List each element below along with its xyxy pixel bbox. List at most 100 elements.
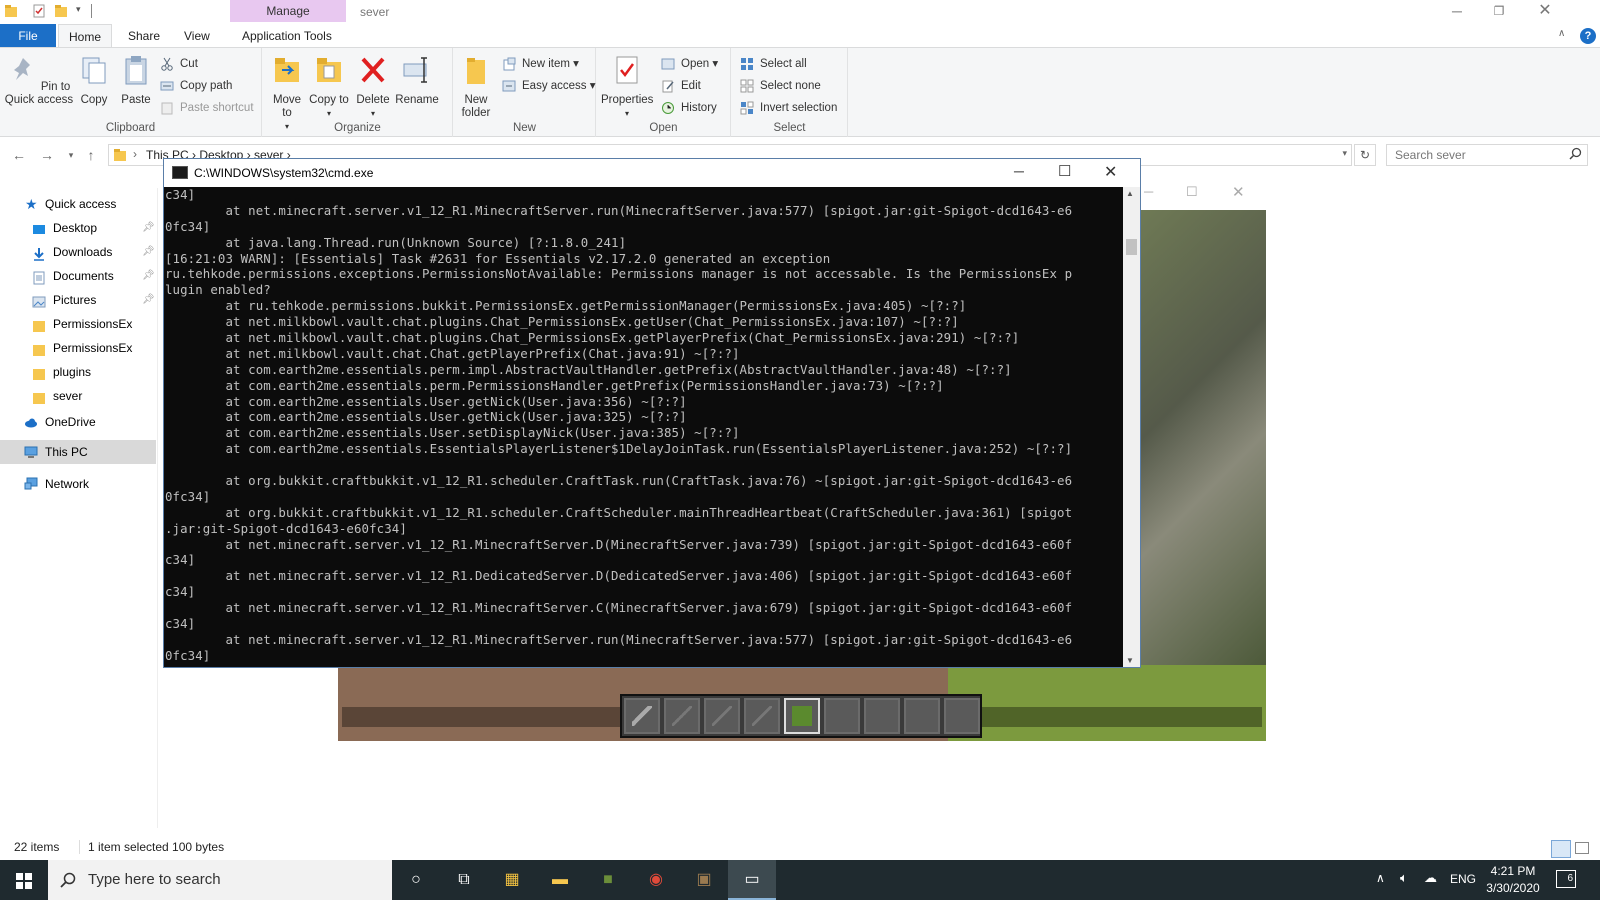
close-button[interactable]: ✕ <box>1104 162 1117 182</box>
minimize-button[interactable]: ─ <box>1434 0 1480 22</box>
pin-to-quick-access-button[interactable]: Pin to Quick access <box>4 54 74 107</box>
sword-icon <box>632 706 652 726</box>
manage-contextual-tab[interactable]: Manage <box>230 0 346 22</box>
select-all-button[interactable]: Select all <box>740 54 807 74</box>
clock[interactable]: 4:21 PM 3/30/2020 <box>1478 863 1548 897</box>
minimize-button[interactable]: ─ <box>1014 163 1024 179</box>
hotbar-slot[interactable] <box>704 698 740 734</box>
help-icon[interactable]: ? <box>1580 28 1596 44</box>
tab-file[interactable]: File <box>0 24 56 48</box>
pin-icon <box>13 58 30 80</box>
history-button[interactable]: History <box>661 98 717 118</box>
volume-icon[interactable]: 🔈︎ <box>1400 870 1408 886</box>
scroll-down-icon[interactable]: ▼ <box>1126 656 1134 665</box>
pickaxe-icon <box>712 706 732 726</box>
paste-button[interactable]: Paste <box>116 54 156 107</box>
collapse-ribbon-icon[interactable]: ∧ <box>1558 28 1565 39</box>
input-language[interactable]: ENG <box>1450 872 1476 886</box>
store-icon[interactable]: ▦ <box>488 860 536 900</box>
hotbar-slot[interactable] <box>904 698 940 734</box>
copy-label: Copy <box>80 94 108 106</box>
scroll-up-icon[interactable]: ▲ <box>1126 189 1134 198</box>
rename-button[interactable]: Rename <box>395 54 439 107</box>
task-view-icon[interactable]: ⧉ <box>440 860 488 900</box>
delete-button[interactable]: Delete ▾ <box>353 54 393 120</box>
details-view-icon[interactable] <box>1551 840 1571 858</box>
copy-path-button[interactable]: Copy path <box>160 76 232 96</box>
restore-button[interactable]: ❐ <box>1476 0 1522 22</box>
minecraft-terrain <box>1138 210 1266 665</box>
up-arrow-icon[interactable]: ↑ <box>82 146 100 164</box>
chrome-icon[interactable]: ◉ <box>632 860 680 900</box>
close-button[interactable]: ✕ <box>1522 0 1568 22</box>
nav-item[interactable]: PermissionsEx <box>0 312 156 336</box>
search-input[interactable]: Search sever <box>1386 144 1588 166</box>
copy-button[interactable]: Copy <box>76 54 112 107</box>
easy-access-button[interactable]: Easy access ▾ <box>502 76 596 96</box>
refresh-icon[interactable]: ↻ <box>1354 144 1376 166</box>
minimize-button[interactable]: ─ <box>1144 184 1153 199</box>
file-explorer-icon[interactable]: ▬ <box>536 860 584 900</box>
windows-start-icon[interactable] <box>0 860 48 900</box>
hotbar-slot[interactable] <box>624 698 660 734</box>
easy-access-label: Easy access <box>522 80 587 92</box>
new-folder-icon[interactable] <box>54 4 68 18</box>
tab-share[interactable]: Share <box>118 24 170 48</box>
recent-locations-icon[interactable]: ▾ <box>62 146 80 164</box>
close-button[interactable]: ✕ <box>1232 183 1245 201</box>
new-item-button[interactable]: New item ▾ <box>502 54 579 74</box>
scrollbar-thumb[interactable] <box>1126 239 1137 255</box>
hotbar-slot[interactable] <box>744 698 780 734</box>
forward-arrow-icon[interactable]: → <box>38 146 56 164</box>
large-icons-view-icon[interactable] <box>1575 842 1589 854</box>
edit-button[interactable]: Edit <box>661 76 701 96</box>
console-output[interactable]: c34] at net.minecraft.server.v1_12_R1.Mi… <box>164 187 1124 667</box>
nav-this-pc[interactable]: This PC <box>0 440 156 464</box>
nav-item[interactable]: PermissionsEx <box>0 336 156 360</box>
nav-item[interactable]: Desktop 📌︎ <box>0 216 156 240</box>
paste-shortcut-button[interactable]: Paste shortcut <box>160 98 254 118</box>
cmd-taskbar-icon[interactable]: ▭ <box>728 860 776 900</box>
nav-quick-access[interactable]: ★ Quick access <box>0 192 156 216</box>
nav-item[interactable]: Documents 📌︎ <box>0 264 156 288</box>
properties-button[interactable]: Properties ▾ <box>601 54 653 120</box>
copy-to-button[interactable]: Copy to ▾ <box>309 54 349 120</box>
action-center-icon[interactable]: 6 <box>1556 870 1576 888</box>
nav-item[interactable]: Downloads 📌︎ <box>0 240 156 264</box>
hotbar-slot[interactable] <box>944 698 980 734</box>
nav-item[interactable]: Pictures 📌︎ <box>0 288 156 312</box>
back-arrow-icon[interactable]: ← <box>10 146 28 164</box>
console-scrollbar[interactable]: ▲ ▼ <box>1123 187 1140 667</box>
search-icon[interactable] <box>1569 147 1582 160</box>
minecraft-launcher-icon[interactable]: ■ <box>584 860 632 900</box>
maximize-button[interactable]: ☐ <box>1058 162 1071 180</box>
hotbar-slot[interactable] <box>864 698 900 734</box>
nav-network[interactable]: Network <box>0 472 156 496</box>
maximize-button[interactable]: ☐ <box>1186 184 1198 200</box>
nav-item[interactable]: plugins <box>0 360 156 384</box>
tab-home[interactable]: Home <box>58 24 113 48</box>
tab-view[interactable]: View <box>174 24 220 48</box>
select-none-button[interactable]: Select none <box>740 76 821 96</box>
address-dropdown-icon[interactable]: ▾ <box>1342 148 1347 159</box>
nav-onedrive[interactable]: OneDrive <box>0 410 156 434</box>
show-hidden-icons-icon[interactable]: ∧ <box>1376 871 1385 885</box>
hotbar-slot[interactable] <box>664 698 700 734</box>
customize-qat-icon[interactable]: ▾ <box>76 4 84 15</box>
hotbar-slot[interactable] <box>824 698 860 734</box>
pictures-icon <box>32 293 46 308</box>
properties-icon[interactable] <box>32 4 46 18</box>
onedrive-tray-icon[interactable]: ☁︎ <box>1424 870 1437 886</box>
taskbar-search-input[interactable]: Type here to search <box>48 860 392 900</box>
invert-selection-button[interactable]: Invert selection <box>740 98 837 118</box>
hotbar-slot-selected[interactable] <box>784 698 820 734</box>
minecraft-icon[interactable]: ▣ <box>680 860 728 900</box>
edit-icon <box>662 80 674 93</box>
nav-item[interactable]: sever <box>0 384 156 408</box>
cortana-icon[interactable]: ○ <box>392 860 440 900</box>
new-folder-button[interactable]: New folder <box>456 54 496 120</box>
cut-button[interactable]: Cut <box>160 54 198 74</box>
history-icon <box>662 102 674 114</box>
open-button[interactable]: Open ▾ <box>661 54 718 74</box>
tab-application-tools[interactable]: Application Tools <box>232 24 342 48</box>
